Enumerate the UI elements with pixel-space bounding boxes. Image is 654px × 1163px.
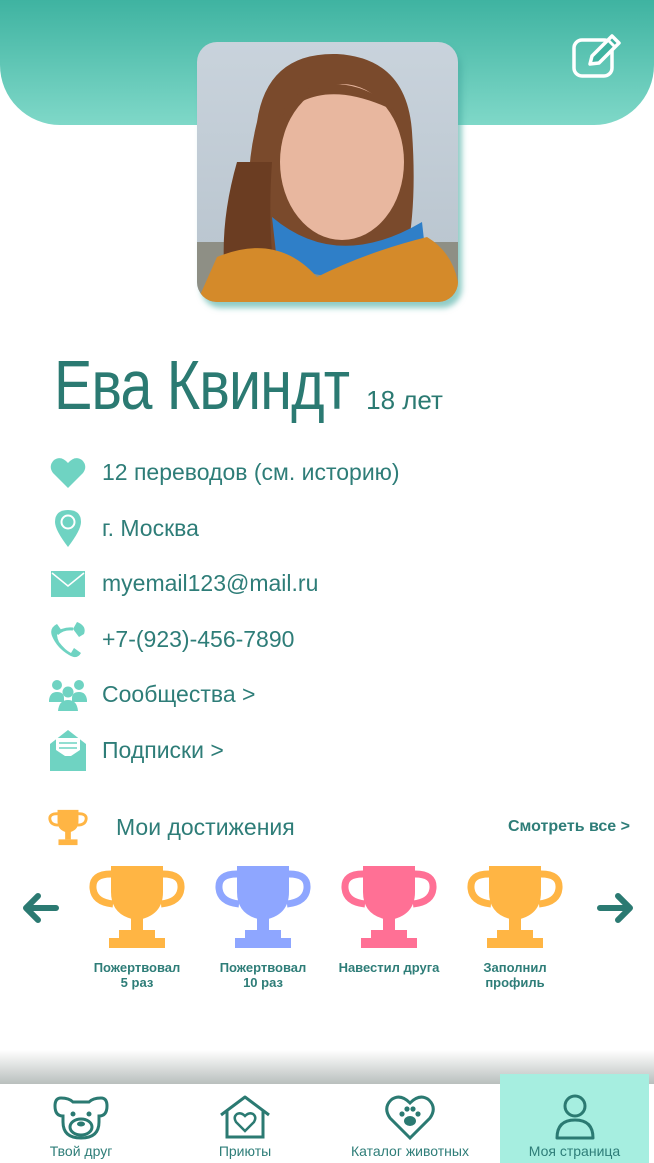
arrow-right-icon [597, 893, 633, 923]
mail-icon [48, 564, 88, 604]
subscriptions-item[interactable]: Подписки > [48, 723, 608, 779]
achievement-item[interactable]: Пожертвовал 5 раз [82, 862, 192, 990]
edit-icon [572, 34, 621, 78]
achievements-header: Мои достижения Смотреть все > [48, 805, 632, 849]
achievements-prev-button[interactable] [20, 888, 60, 928]
trophy-icon [215, 866, 311, 948]
house-heart-icon [219, 1094, 271, 1140]
achievement-label: Навестил друга [338, 960, 440, 975]
email-text: myemail123@mail.ru [102, 570, 319, 597]
trophy-icon [341, 866, 437, 948]
trophy-icon [467, 866, 563, 948]
info-list: 12 переводов (см. историю) г. Москва mye… [48, 445, 608, 778]
transfers-text[interactable]: 12 переводов (см. историю) [102, 459, 400, 486]
phone-item: +7-(923)-456-7890 [48, 612, 608, 668]
trophy-icon [89, 866, 185, 948]
profile-avatar [197, 42, 458, 302]
phone-icon [48, 619, 88, 659]
profile-name: Ева Квиндт [54, 346, 350, 424]
paw-heart-icon [385, 1094, 435, 1140]
tab-label: Моя страница [528, 1143, 621, 1159]
tab-animal-catalog[interactable]: Каталог животных [344, 1084, 476, 1163]
trophy-icon [48, 807, 88, 847]
achievement-item[interactable]: Пожертвовал 10 раз [208, 862, 318, 990]
tab-label: Твой друг [49, 1143, 113, 1159]
name-row: Ева Квиндт 18 лет [54, 345, 443, 425]
achievement-label: Заполнил профиль [483, 960, 547, 990]
achievements-title: Мои достижения [116, 813, 295, 840]
phone-text: +7-(923)-456-7890 [102, 625, 295, 652]
dog-icon [53, 1094, 109, 1140]
edit-profile-button[interactable] [570, 32, 624, 82]
tab-my-page[interactable]: Моя страница [500, 1074, 649, 1163]
email-item: myemail123@mail.ru [48, 556, 608, 612]
people-group-icon [48, 675, 88, 715]
achievements-next-button[interactable] [596, 888, 636, 928]
location-pin-icon [48, 508, 88, 548]
user-icon [555, 1094, 595, 1140]
tab-label: Каталог животных [351, 1143, 469, 1159]
heart-icon [48, 453, 88, 493]
achievement-label: Пожертвовал 10 раз [219, 960, 307, 990]
bottom-tab-bar: Твой друг Приюты Каталог животных Моя ст… [0, 1074, 654, 1163]
subscriptions-link[interactable]: Подписки > [102, 737, 224, 764]
arrow-left-icon [23, 893, 59, 923]
profile-age: 18 лет [366, 385, 443, 415]
achievement-label: Пожертвовал 5 раз [93, 960, 181, 990]
communities-link[interactable]: Сообщества > [102, 681, 255, 708]
open-envelope-icon [48, 730, 88, 772]
tab-shelters[interactable]: Приюты [200, 1084, 290, 1163]
city-item: г. Москва [48, 501, 608, 557]
tab-your-friend[interactable]: Твой друг [28, 1084, 134, 1163]
achievement-item[interactable]: Навестил друга [334, 862, 444, 975]
transfers-item[interactable]: 12 переводов (см. историю) [48, 445, 608, 501]
city-text: г. Москва [102, 514, 199, 541]
tab-label: Приюты [218, 1143, 272, 1159]
achievement-item[interactable]: Заполнил профиль [460, 862, 570, 990]
see-all-achievements-link[interactable]: Смотреть все > [508, 818, 630, 836]
communities-item[interactable]: Сообщества > [48, 667, 608, 723]
